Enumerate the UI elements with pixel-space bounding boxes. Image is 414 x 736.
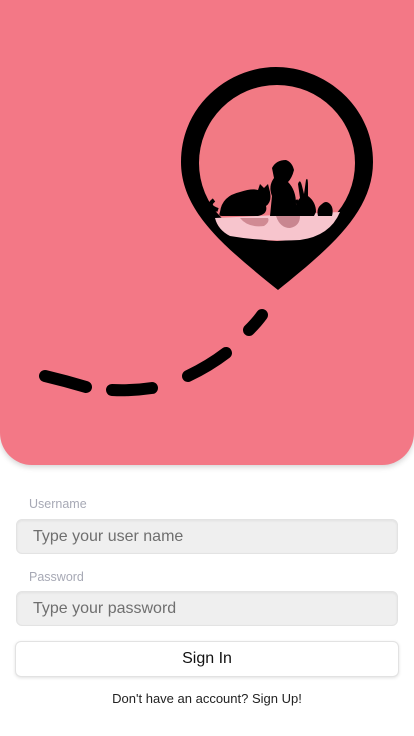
username-input[interactable] [16, 519, 398, 554]
password-label: Password [29, 570, 84, 584]
dashed-route [39, 309, 268, 397]
signup-prompt-text: Don't have an account? [112, 691, 252, 706]
sign-up-link[interactable]: Sign Up! [252, 691, 302, 706]
username-label: Username [29, 497, 87, 511]
signup-prompt: Don't have an account? Sign Up! [0, 691, 414, 706]
hero-banner [0, 0, 414, 465]
sign-in-button[interactable]: Sign In [15, 641, 399, 677]
hero-illustration [39, 67, 373, 397]
map-pin-icon [181, 67, 373, 290]
password-input[interactable] [16, 591, 398, 626]
